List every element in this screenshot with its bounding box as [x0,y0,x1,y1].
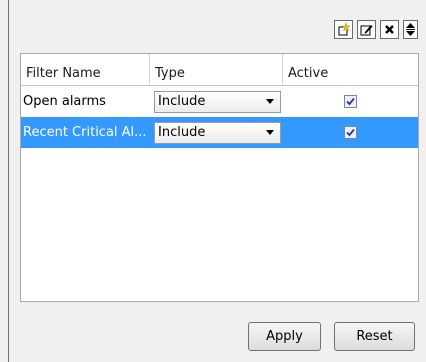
filter-table: Filter Name Type Active Open alarms Incl… [20,53,419,302]
active-cell [283,126,418,139]
delete-filter-button[interactable] [380,20,399,39]
active-checkbox[interactable] [344,126,357,139]
active-checkbox[interactable] [344,95,357,108]
new-filter-icon [338,23,350,36]
type-dropdown-value: Include [158,94,206,109]
edit-filter-icon [360,25,373,36]
table-header: Filter Name Type Active [21,54,418,86]
type-cell: Include [150,121,283,144]
active-cell [283,95,418,108]
column-header-filter-name[interactable]: Filter Name [21,54,150,85]
type-dropdown-value: Include [158,125,206,140]
type-dropdown[interactable]: Include [154,90,281,113]
table-row[interactable]: Recent Critical Al... Include [21,117,418,148]
move-up-down-icon [406,23,415,36]
filter-toolbar [334,20,418,39]
table-row[interactable]: Open alarms Include [21,86,418,117]
type-cell: Include [150,90,283,113]
move-filter-button[interactable] [403,20,418,39]
edit-filter-button[interactable] [357,20,376,39]
panel-left-border [8,0,9,362]
type-dropdown[interactable]: Include [154,121,281,144]
filter-name-cell: Open alarms [23,94,106,109]
filter-name-cell: Recent Critical Al... [23,125,147,140]
checkmark-icon [346,128,355,137]
chevron-down-icon [266,130,274,135]
apply-button[interactable]: Apply [248,322,321,351]
column-header-type[interactable]: Type [150,54,283,85]
chevron-down-icon [266,99,274,104]
column-header-active[interactable]: Active [283,54,418,85]
new-filter-button[interactable] [334,20,353,39]
reset-button[interactable]: Reset [334,322,415,351]
checkmark-icon [346,97,355,106]
delete-filter-icon [385,25,394,34]
